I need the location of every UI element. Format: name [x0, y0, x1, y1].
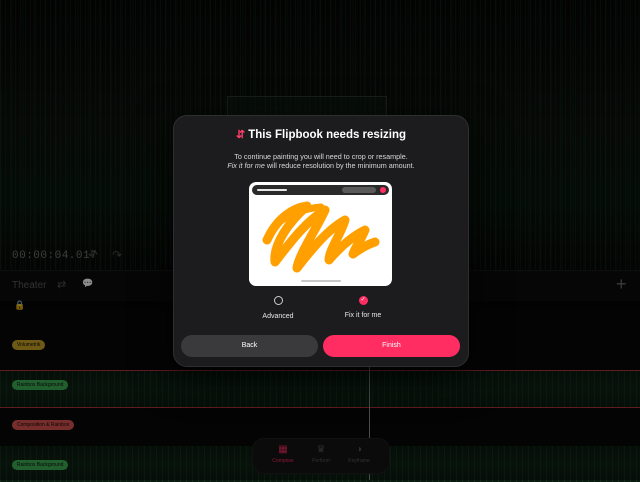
dialog-message-line-1: To continue painting you will need to cr…	[234, 152, 408, 161]
back-button[interactable]: Back	[181, 335, 318, 357]
resize-dialog: ⇵ This Flipbook needs resizing To continu…	[173, 115, 469, 367]
option-fix-it[interactable]: ✓ Fix it for me	[323, 296, 403, 319]
dialog-title-text: This Flipbook needs resizing	[248, 129, 407, 141]
dialog-message-line-2: Fix it for me will reduce resolution by …	[174, 161, 468, 170]
fix-it-emphasis: Fix it for me	[227, 161, 265, 170]
fix-it-radio-checked[interactable]: ✓	[358, 296, 368, 305]
option-label: Fix it for me	[344, 312, 382, 319]
finish-button[interactable]: Finish	[323, 335, 460, 357]
option-label: Advanced	[262, 313, 294, 320]
card-bar	[257, 189, 287, 191]
paint-scribble	[262, 201, 380, 273]
dialog-message-rest: will reduce resolution by the minimum am…	[264, 161, 415, 170]
flipbook-preview-card	[249, 182, 392, 286]
card-bar	[342, 187, 376, 193]
dialog-title: ⇵ This Flipbook needs resizing	[174, 128, 468, 141]
card-toolbar	[252, 185, 389, 195]
advanced-radio[interactable]	[273, 296, 283, 305]
record-dot-icon	[380, 187, 386, 193]
option-advanced[interactable]: Advanced	[238, 296, 318, 320]
card-home-indicator	[301, 280, 341, 282]
resize-icon: ⇵	[235, 129, 246, 141]
